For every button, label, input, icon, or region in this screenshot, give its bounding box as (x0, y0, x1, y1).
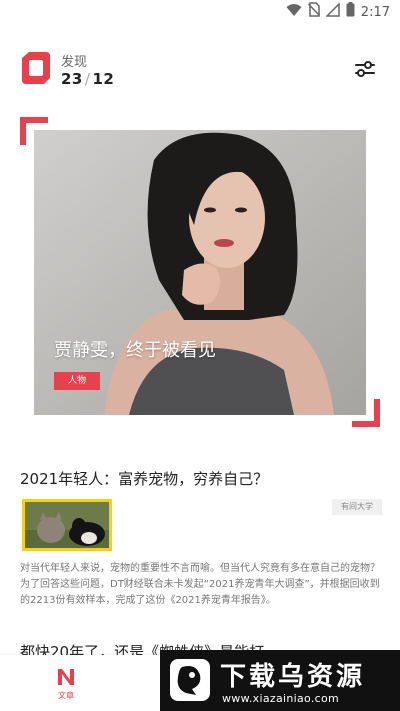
watermark-url: www.xiazainiao.com (222, 692, 340, 705)
nav-item-articles[interactable]: 文章 (58, 690, 74, 701)
featured-image: 贾静雯，终于被看见 人物 (34, 130, 366, 415)
watermark-title: 下载乌资源 (220, 662, 366, 692)
pets-photo (25, 502, 109, 548)
featured-title: 贾静雯，终于被看见 (54, 340, 216, 361)
featured-tag[interactable]: 人物 (54, 372, 101, 390)
counter-separator: / (84, 70, 91, 88)
article-source-badge: 有间大学 (332, 499, 382, 515)
status-time: 2:17 (360, 4, 390, 20)
total-count: 12 (92, 70, 115, 88)
current-index: 23 (61, 70, 83, 88)
filter-sliders-icon (355, 61, 375, 77)
page-counter: 23/12 (61, 70, 114, 88)
status-bar: 2:17 (0, 0, 400, 24)
signal-icon (324, 1, 340, 22)
page-title: 发现 (61, 55, 88, 70)
watermark-logo (170, 659, 210, 701)
wifi-icon (286, 3, 302, 22)
article-n-icon[interactable] (57, 668, 75, 686)
no-sim-icon (307, 2, 320, 22)
app-logo-icon (22, 52, 50, 84)
status-icons: 2:17 (286, 1, 390, 22)
article-summary: 对当代年轻人来说，宠物的重要性不言而喻。但当代人究竟有多在意自己的宠物？为了回答… (20, 563, 380, 606)
article-thumbnail[interactable] (22, 499, 112, 551)
article-title[interactable]: 2021年轻人：富养宠物，穷养自己？ (20, 468, 268, 489)
battery-icon (346, 2, 355, 22)
featured-card[interactable]: 贾静雯，终于被看见 人物 (20, 117, 380, 427)
filter-button[interactable] (352, 56, 378, 82)
watermark-banner: 下载乌资源 www.xiazainiao.com (160, 650, 400, 711)
